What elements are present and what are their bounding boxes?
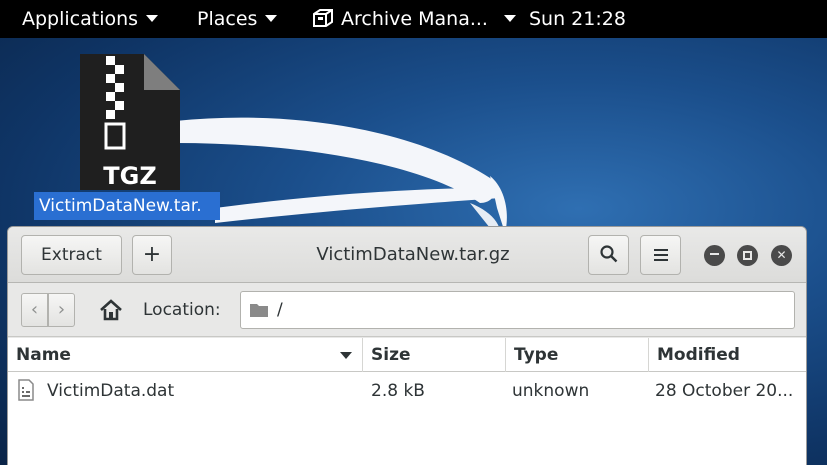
close-button[interactable]: ✕ xyxy=(771,245,792,266)
places-menu[interactable]: Places xyxy=(197,0,278,38)
column-header-modified[interactable]: Modified xyxy=(649,338,806,372)
location-value: / xyxy=(277,300,283,320)
applications-menu[interactable]: Applications xyxy=(22,0,159,38)
home-icon[interactable] xyxy=(98,297,124,323)
file-icon xyxy=(18,379,34,401)
sort-descending-icon xyxy=(340,352,352,359)
hamburger-menu-icon xyxy=(653,249,668,261)
back-arrow-icon: ‹ xyxy=(30,299,39,320)
archive-manager-window: Extract + VictimDataNew.tar.gz ✕ ‹ › Loc… xyxy=(7,226,807,465)
extract-button[interactable]: Extract xyxy=(21,235,122,275)
forward-button[interactable]: › xyxy=(48,293,75,327)
minimize-icon xyxy=(710,253,719,255)
close-icon: ✕ xyxy=(776,248,787,262)
file-row[interactable]: VictimData.dat 2.8 kB unknown 28 October… xyxy=(8,372,806,410)
file-name: VictimData.dat xyxy=(47,381,175,401)
location-bar: ‹ › Location: / xyxy=(8,283,806,337)
tgz-archive-icon[interactable]: TGZ xyxy=(78,52,182,192)
dropdown-triangle-icon xyxy=(265,15,278,22)
file-size: 2.8 kB xyxy=(371,381,425,401)
back-button[interactable]: ‹ xyxy=(21,293,48,327)
window-title: VictimDataNew.tar.gz xyxy=(316,244,510,265)
tgz-badge-text: TGZ xyxy=(103,162,156,190)
location-input[interactable]: / xyxy=(240,291,795,329)
dropdown-triangle-icon xyxy=(503,15,516,22)
places-label: Places xyxy=(197,8,258,30)
search-icon xyxy=(599,245,617,263)
menu-button[interactable] xyxy=(640,235,681,275)
column-header-type[interactable]: Type xyxy=(506,338,649,372)
folder-icon xyxy=(250,304,268,317)
active-app-menu[interactable]: Archive Mana... xyxy=(311,0,516,38)
desktop-icon-label[interactable]: VictimDataNew.tar. xyxy=(34,192,220,220)
file-modified: 28 October 20... xyxy=(655,381,794,401)
minimize-button[interactable] xyxy=(704,245,725,266)
add-files-button[interactable]: + xyxy=(132,235,172,275)
archive-manager-icon xyxy=(313,9,333,27)
dropdown-triangle-icon xyxy=(146,15,159,22)
table-header: Name Size Type Modified xyxy=(8,338,806,372)
maximize-button[interactable] xyxy=(737,245,758,266)
header-bar: Extract + VictimDataNew.tar.gz ✕ xyxy=(8,227,806,283)
top-panel: Applications Places Archive Mana... Sun … xyxy=(0,0,827,38)
column-header-name[interactable]: Name xyxy=(8,338,363,372)
maximize-icon xyxy=(743,251,752,260)
clock[interactable]: Sun 21:28 xyxy=(529,0,626,38)
clock-label: Sun 21:28 xyxy=(529,8,626,30)
forward-arrow-icon: › xyxy=(57,299,66,320)
column-header-size[interactable]: Size xyxy=(363,338,506,372)
active-app-label: Archive Mana... xyxy=(341,8,488,30)
applications-label: Applications xyxy=(22,8,139,30)
file-list: VictimData.dat 2.8 kB unknown 28 October… xyxy=(8,372,806,465)
location-label: Location: xyxy=(143,300,221,320)
search-button[interactable] xyxy=(588,235,629,275)
file-type: unknown xyxy=(512,381,590,401)
